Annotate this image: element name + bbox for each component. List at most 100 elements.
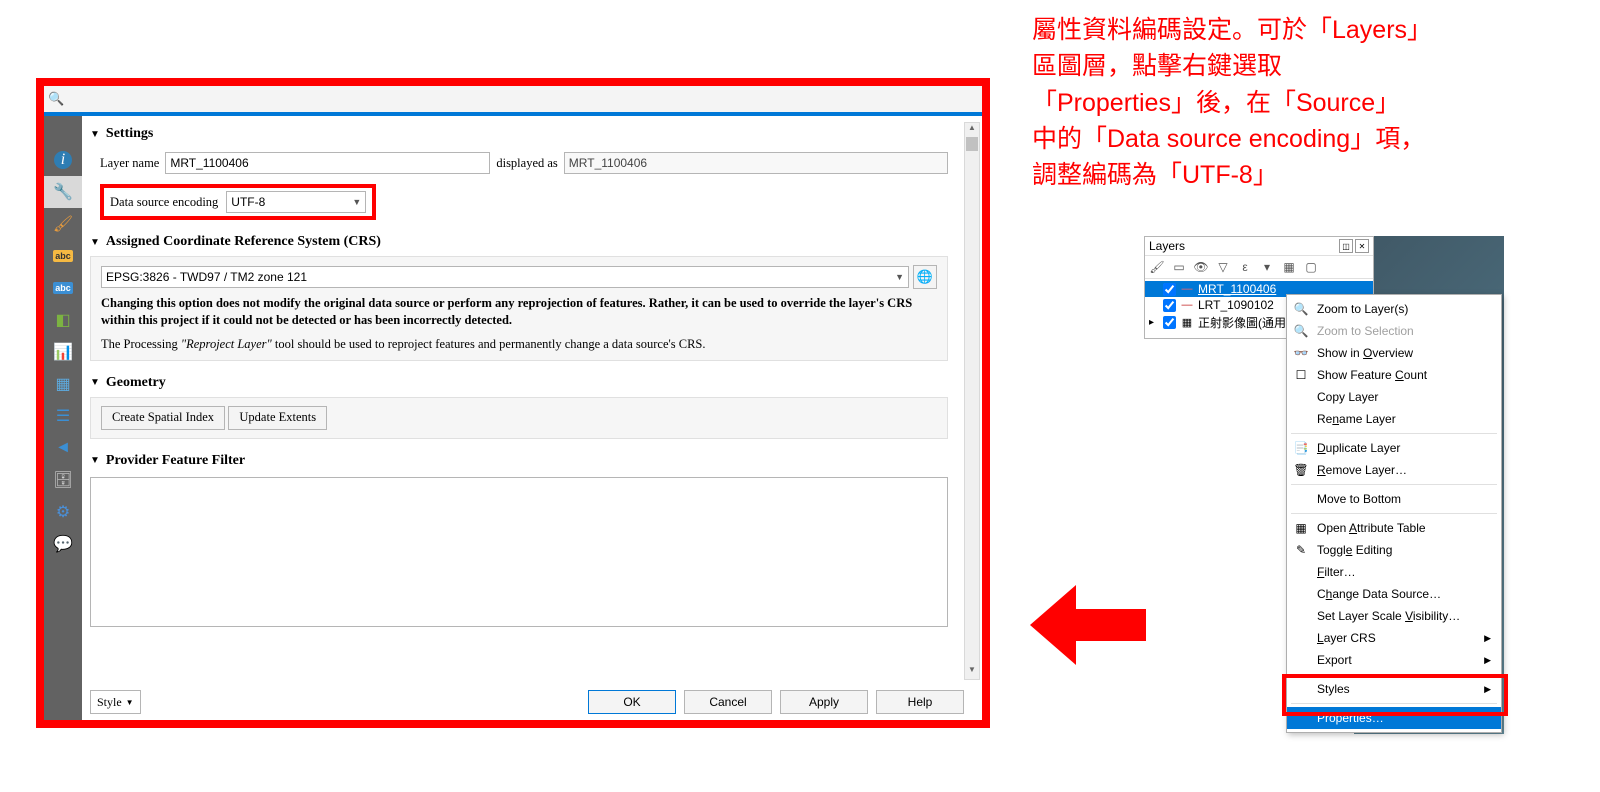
menu-filter[interactable]: Filter… xyxy=(1287,561,1501,583)
tab-joins[interactable]: ◄ xyxy=(44,432,82,464)
expand-arrow-icon[interactable]: ▸ xyxy=(1149,317,1159,328)
scroll-down-icon[interactable]: ▼ xyxy=(965,665,979,679)
layer-properties-dialog: Layer Properties — MRT_1100406 — Source … xyxy=(44,86,982,720)
zoom-layer-icon: 🔍 xyxy=(1293,302,1309,316)
scrollbar-thumb[interactable] xyxy=(966,137,978,151)
tab-labels[interactable]: abc xyxy=(44,240,82,272)
table-icon: ▦ xyxy=(1293,521,1309,535)
menu-copy-layer[interactable]: Copy Layer xyxy=(1287,386,1501,408)
menu-change-data-source[interactable]: Change Data Source… xyxy=(1287,583,1501,605)
help-button[interactable]: Help xyxy=(876,690,964,714)
apply-button[interactable]: Apply xyxy=(780,690,868,714)
menu-styles[interactable]: Styles▶ xyxy=(1287,678,1501,700)
style-icon[interactable]: 🖌 xyxy=(1149,259,1165,275)
layer-visibility-checkbox[interactable] xyxy=(1163,299,1176,312)
remove-icon[interactable]: ▢ xyxy=(1303,259,1319,275)
scroll-up-icon[interactable]: ▲ xyxy=(965,123,979,137)
ok-button[interactable]: OK xyxy=(588,690,676,714)
menu-export[interactable]: Export▶ xyxy=(1287,649,1501,671)
encoding-label: Data source encoding xyxy=(110,195,218,210)
cancel-button[interactable]: Cancel xyxy=(684,690,772,714)
crs-picker-button[interactable]: 🌐 xyxy=(913,265,937,289)
layer-context-menu: 🔍Zoom to Layer(s) 🔍Zoom to Selection 👓Sh… xyxy=(1286,294,1502,733)
zoom-selection-icon: 🔍 xyxy=(1293,324,1309,338)
tab-masks[interactable]: abc xyxy=(44,272,82,304)
expand-icon[interactable]: ▾ xyxy=(1259,259,1275,275)
provider-filter-textarea[interactable] xyxy=(90,477,948,627)
menu-separator xyxy=(1291,484,1497,485)
menu-zoom-to-layers[interactable]: 🔍Zoom to Layer(s) xyxy=(1287,298,1501,320)
expression-icon[interactable]: ε xyxy=(1237,259,1253,275)
update-extents-button[interactable]: Update Extents xyxy=(228,406,327,430)
crs-select[interactable]: EPSG:3826 - TWD97 / TM2 zone 121 ▼ xyxy=(101,266,909,288)
tab-auxiliary-storage[interactable]: 🗄 xyxy=(44,464,82,496)
chart-icon: 📊 xyxy=(53,342,73,362)
style-menu-button[interactable]: Style ▼ xyxy=(90,690,141,714)
submenu-arrow-icon: ▶ xyxy=(1484,684,1491,695)
menu-set-scale-visibility[interactable]: Set Layer Scale Visibility… xyxy=(1287,605,1501,627)
tab-attributes-form[interactable]: ☰ xyxy=(44,400,82,432)
panel-close-icon[interactable]: ✕ xyxy=(1355,239,1369,253)
section-geometry-header[interactable]: ▼ Geometry xyxy=(90,371,968,395)
table-icon: ▦ xyxy=(55,374,70,394)
displayed-as-input xyxy=(564,152,948,174)
tab-source[interactable]: 🔧 xyxy=(44,176,82,208)
menu-duplicate-layer[interactable]: 📑Duplicate Layer xyxy=(1287,437,1501,459)
wrench-icon: 🔧 xyxy=(53,182,73,202)
add-group-icon[interactable]: ▭ xyxy=(1171,259,1187,275)
submenu-arrow-icon: ▶ xyxy=(1484,633,1491,644)
layer-name-input[interactable] xyxy=(165,152,490,174)
chevron-down-icon: ▼ xyxy=(352,197,361,207)
menu-rename-layer[interactable]: Rename Layer xyxy=(1287,408,1501,430)
panel-undock-icon[interactable]: ◫ xyxy=(1339,239,1353,253)
layer-symbol-icon: ▦ xyxy=(1180,316,1194,329)
menu-properties[interactable]: Properties… xyxy=(1287,707,1501,729)
tab-diagrams[interactable]: 📊 xyxy=(44,336,82,368)
layer-visibility-checkbox[interactable] xyxy=(1163,316,1176,329)
menu-open-attribute-table[interactable]: ▦Open Attribute Table xyxy=(1287,517,1501,539)
brush-icon: 🖌 xyxy=(53,214,73,234)
section-crs-header[interactable]: ▼ Assigned Coordinate Reference System (… xyxy=(90,230,968,254)
visibility-icon[interactable]: 👁 xyxy=(1193,259,1209,275)
tab-information[interactable]: i xyxy=(44,144,82,176)
tab-display[interactable]: 💬 xyxy=(44,528,82,560)
globe-icon: 🌐 xyxy=(917,269,933,285)
dialog-highlight-border: Layer Properties — MRT_1100406 — Source … xyxy=(36,78,990,728)
mask-icon: abc xyxy=(53,282,73,294)
tab-symbology[interactable]: 🖌 xyxy=(44,208,82,240)
displayed-as-label: displayed as xyxy=(496,156,557,171)
tab-3d-view[interactable]: ◧ xyxy=(44,304,82,336)
crs-group: EPSG:3826 - TWD97 / TM2 zone 121 ▼ 🌐 Cha… xyxy=(90,256,948,361)
collapse-icon: ▼ xyxy=(90,455,100,466)
vertical-scrollbar[interactable]: ▲ ▼ xyxy=(964,122,980,680)
properties-category-tabs: 🔍 i 🔧 🖌 abc abc ◧ 📊 ▦ ☰ ◄ 🗄 ⚙ 💬 xyxy=(44,116,82,720)
menu-toggle-editing[interactable]: ✎Toggle Editing xyxy=(1287,539,1501,561)
remove-layer-icon: 🗑 xyxy=(1293,463,1309,477)
menu-show-feature-count[interactable]: ☐Show Feature Count xyxy=(1287,364,1501,386)
create-spatial-index-button[interactable]: Create Spatial Index xyxy=(101,406,225,430)
collapse-icon[interactable]: ▦ xyxy=(1281,259,1297,275)
menu-separator xyxy=(1291,674,1497,675)
tab-actions[interactable]: ⚙ xyxy=(44,496,82,528)
layer-visibility-checkbox[interactable] xyxy=(1163,283,1176,296)
annotation-text: 屬性資料編碼設定。可於「Layers」 區圖層，點擊右鍵選取 「Properti… xyxy=(1032,12,1594,193)
layers-area: Layers ◫ ✕ 🖌 ▭ 👁 ▽ ε ▾ ▦ ▢ — MRT_1100406 xyxy=(1144,236,1574,736)
pencil-icon: ✎ xyxy=(1293,543,1309,557)
menu-move-to-bottom[interactable]: Move to Bottom xyxy=(1287,488,1501,510)
join-icon: ◄ xyxy=(55,439,71,457)
menu-remove-layer[interactable]: 🗑Remove Layer… xyxy=(1287,459,1501,481)
menu-layer-crs[interactable]: Layer CRS▶ xyxy=(1287,627,1501,649)
menu-show-in-overview[interactable]: 👓Show in Overview xyxy=(1287,342,1501,364)
tab-fields[interactable]: ▦ xyxy=(44,368,82,400)
search-icon[interactable]: 🔍 xyxy=(48,91,64,107)
section-settings-header[interactable]: ▼ Settings xyxy=(90,122,968,146)
menu-separator xyxy=(1291,433,1497,434)
layers-panel-title[interactable]: Layers ◫ ✕ xyxy=(1145,237,1373,255)
label-icon: abc xyxy=(53,250,73,262)
filter-icon[interactable]: ▽ xyxy=(1215,259,1231,275)
gear-icon: ⚙ xyxy=(56,502,70,522)
encoding-select[interactable]: UTF-8 ▼ xyxy=(226,191,366,213)
form-icon: ☰ xyxy=(56,406,70,426)
section-filter-header[interactable]: ▼ Provider Feature Filter xyxy=(90,449,968,473)
source-panel: ▼ Settings Layer name displayed as Data … xyxy=(82,116,982,720)
